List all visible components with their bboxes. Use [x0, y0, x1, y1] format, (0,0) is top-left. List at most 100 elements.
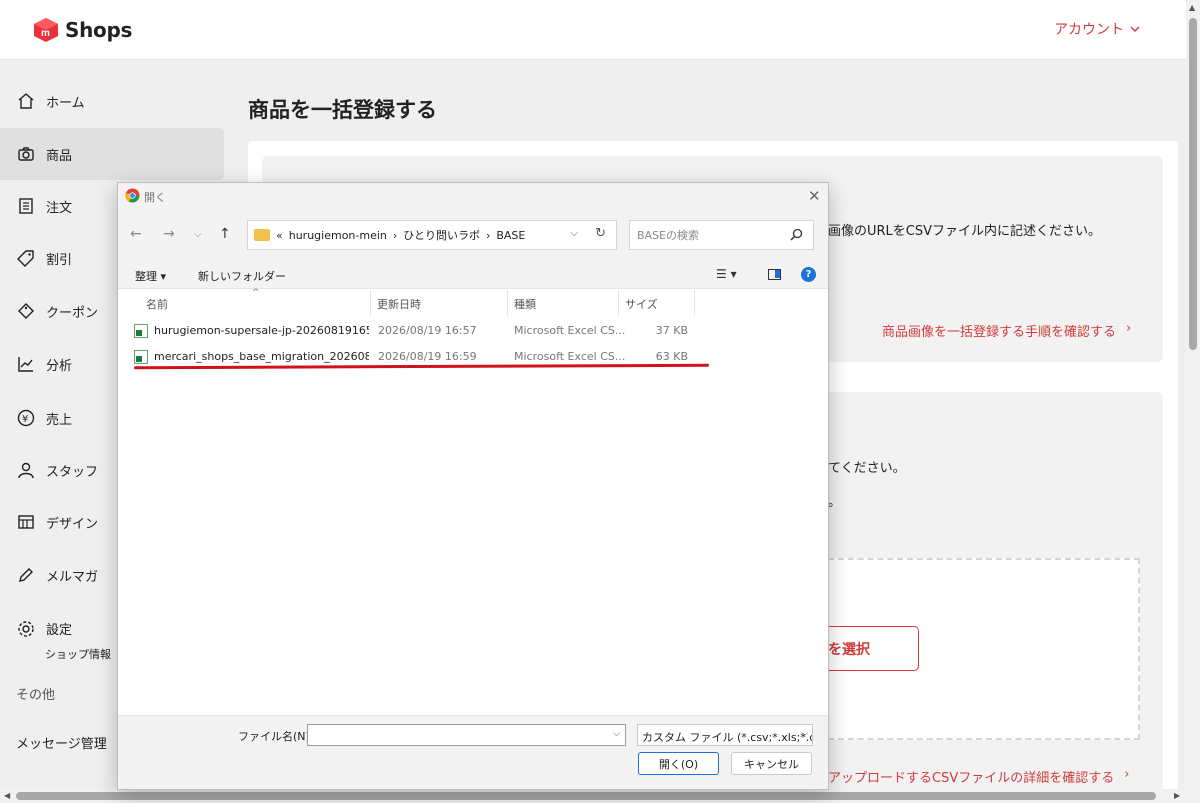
column-size[interactable]: サイズ: [625, 296, 658, 312]
column-divider[interactable]: [618, 290, 619, 316]
search-icon: [790, 228, 803, 241]
file-open-dialog: 開く ✕ ← → ⌵ ↑ « hurugiemon-mein › ひとり問いラボ…: [117, 182, 829, 790]
card2-note: 。: [828, 495, 842, 510]
settings-shop-info[interactable]: ショップ情報: [45, 646, 111, 662]
top-header: m Shops アカウント: [0, 0, 1186, 60]
view-options-icon[interactable]: ☰ ▾: [716, 267, 737, 281]
search-placeholder: BASEの検索: [637, 229, 700, 242]
sidebar-item-label: 商品: [46, 148, 73, 164]
svg-text:m: m: [41, 28, 50, 39]
column-name[interactable]: 名前: [146, 296, 168, 312]
path-separator-icon: ›: [392, 228, 398, 242]
column-headers: ^ 名前 更新日時 種類 サイズ: [118, 288, 828, 316]
folder-icon: [254, 229, 270, 241]
excel-file-icon: [134, 324, 148, 338]
close-icon[interactable]: ✕: [808, 187, 821, 205]
sidebar-item-label: 注文: [46, 200, 73, 216]
up-arrow-icon[interactable]: ↑: [219, 226, 231, 242]
search-input[interactable]: BASEの検索: [629, 220, 814, 250]
sidebar-item-label: 割引: [46, 252, 73, 268]
recent-chevron-icon[interactable]: ⌵: [194, 229, 202, 240]
dialog-toolbar: 整理 ▾ 新しいフォルダー ☰ ▾ ?: [118, 261, 828, 289]
csv-details-link-label: アップロードするCSVファイルの詳細を確認する: [828, 771, 1115, 786]
address-bar[interactable]: « hurugiemon-mein › ひとり問いラボ › BASE ⌵ ↻: [247, 220, 617, 250]
file-name: hurugiemon-supersale-jp-2026081916553...: [154, 324, 369, 337]
dialog-title: 開く: [144, 191, 166, 204]
path-segment[interactable]: hurugiemon-mein: [289, 229, 387, 242]
sidebar-item-label: スタッフ: [46, 464, 99, 480]
vertical-scroll-thumb[interactable]: [1189, 18, 1197, 350]
select-file-button[interactable]: を選択: [828, 626, 919, 671]
filetype-value: カスタム ファイル (*.csv;*.xls;*.com: [642, 731, 812, 744]
path-segment[interactable]: ひとり問いラボ: [403, 227, 480, 243]
file-size: 63 KB: [655, 350, 688, 363]
refresh-icon[interactable]: ↻: [595, 226, 606, 241]
gear-icon: [16, 619, 36, 639]
column-divider[interactable]: [507, 290, 508, 316]
scroll-up-icon[interactable]: ▲: [1189, 3, 1195, 12]
card1-description: 画像のURLをCSVファイル内に記述ください。: [828, 224, 1102, 239]
filename-input[interactable]: ⌵: [307, 724, 626, 746]
navigation-bar: ← → ⌵ ↑ « hurugiemon-mein › ひとり問いラボ › BA…: [118, 209, 828, 261]
design-icon: [16, 512, 36, 532]
vertical-scrollbar[interactable]: ▲: [1186, 0, 1200, 790]
chevron-down-icon[interactable]: ⌵: [570, 228, 578, 239]
logo-text: Shops: [65, 18, 133, 42]
open-button-label: 開く(O): [658, 757, 699, 771]
path-separator-icon: ›: [485, 228, 491, 242]
column-divider[interactable]: [370, 290, 371, 316]
file-size: 37 KB: [655, 324, 688, 337]
file-name: mercari_shops_base_migration_20260819...: [154, 350, 369, 363]
chevron-down-icon: ⌵: [801, 729, 808, 739]
back-arrow-icon[interactable]: ←: [130, 226, 142, 242]
file-row[interactable]: hurugiemon-supersale-jp-2026081916553...…: [132, 320, 692, 342]
organize-menu[interactable]: 整理 ▾: [135, 268, 166, 284]
image-steps-link[interactable]: 商品画像を一括登録する手順を確認する ›: [882, 321, 1131, 340]
filetype-select[interactable]: カスタム ファイル (*.csv;*.xls;*.com ⌵: [637, 724, 813, 746]
path-segment[interactable]: BASE: [496, 229, 525, 242]
mercari-logo-icon: m: [34, 18, 58, 42]
cancel-button-label: キャンセル: [744, 757, 799, 771]
help-icon[interactable]: ?: [801, 267, 816, 282]
file-type: Microsoft Excel CS...: [514, 350, 626, 363]
sidebar-item-label: クーポン: [46, 305, 99, 321]
preview-pane-icon[interactable]: [768, 269, 781, 280]
dialog-titlebar[interactable]: 開く ✕: [118, 183, 828, 209]
person-icon: [16, 460, 36, 480]
sidebar-item-products[interactable]: 商品: [0, 128, 224, 180]
sidebar-section-other: その他: [16, 688, 56, 703]
shops-logo[interactable]: m Shops: [33, 17, 132, 43]
horizontal-scrollbar[interactable]: ◀ ▶: [0, 789, 1200, 803]
chevron-down-icon[interactable]: ⌵: [613, 729, 620, 739]
horizontal-scroll-thumb[interactable]: [16, 792, 1156, 800]
scroll-right-icon[interactable]: ▶: [1174, 791, 1180, 800]
open-button[interactable]: 開く(O): [638, 752, 719, 775]
scroll-left-icon[interactable]: ◀: [4, 791, 10, 800]
list-icon: [16, 196, 36, 216]
column-date[interactable]: 更新日時: [377, 296, 421, 312]
dialog-footer: ファイル名(N): ⌵ カスタム ファイル (*.csv;*.xls;*.com…: [118, 715, 828, 789]
sidebar-item-label: 分析: [46, 358, 73, 374]
cancel-button[interactable]: キャンセル: [731, 752, 812, 775]
camera-icon: [16, 144, 36, 164]
sidebar-item-messages[interactable]: メッセージ管理: [16, 733, 107, 752]
forward-arrow-icon[interactable]: →: [163, 226, 175, 242]
csv-details-link[interactable]: アップロードするCSVファイルの詳細を確認する ›: [828, 767, 1129, 786]
path-prefix: «: [276, 228, 283, 242]
yen-icon: ¥: [16, 408, 36, 428]
new-folder-button[interactable]: 新しいフォルダー: [198, 268, 286, 284]
excel-file-icon: [134, 350, 148, 364]
sidebar-item-home[interactable]: ホーム: [0, 75, 224, 127]
sidebar-item-label: メルマガ: [46, 569, 99, 585]
account-menu[interactable]: アカウント: [1054, 19, 1140, 39]
svg-text:¥: ¥: [22, 414, 28, 425]
chevron-down-icon: [1130, 26, 1140, 32]
column-type[interactable]: 種類: [514, 296, 536, 312]
file-type: Microsoft Excel CS...: [514, 324, 626, 337]
chevron-right-icon: ›: [1124, 767, 1130, 782]
column-divider[interactable]: [694, 290, 695, 316]
pen-icon: [16, 565, 36, 585]
file-date: 2026/08/19 16:57: [378, 324, 477, 337]
tag-icon: [16, 248, 36, 268]
sidebar-item-label: 売上: [46, 412, 73, 428]
